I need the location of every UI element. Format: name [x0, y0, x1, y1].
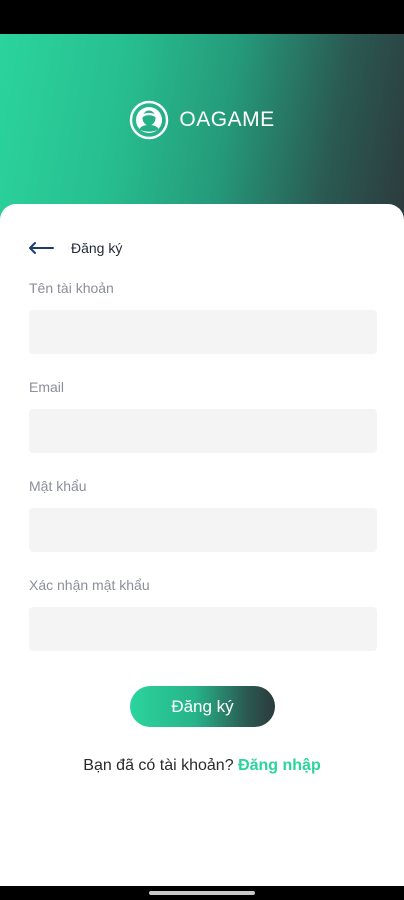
- username-label: Tên tài khoản: [29, 280, 114, 296]
- page-header: Đăng ký: [28, 234, 122, 262]
- brand-logo: OAGAME: [0, 100, 404, 140]
- register-card: Đăng ký Tên tài khoản Email Mật khẩu Xác…: [0, 204, 404, 886]
- arrow-left-icon[interactable]: [28, 241, 54, 255]
- register-button[interactable]: Đăng ký: [130, 686, 275, 727]
- email-input[interactable]: [29, 409, 377, 453]
- status-bar: [0, 0, 404, 34]
- password-label: Mật khẩu: [29, 478, 87, 494]
- home-indicator[interactable]: [149, 891, 255, 895]
- confirm-password-label: Xác nhận mật khẩu: [29, 577, 150, 593]
- login-prompt-row: Bạn đã có tài khoản? Đăng nhập: [0, 757, 404, 775]
- headset-avatar-icon: [130, 100, 169, 140]
- password-input[interactable]: [29, 508, 377, 552]
- page-title: Đăng ký: [71, 240, 123, 256]
- confirm-password-input[interactable]: [29, 607, 377, 651]
- email-label: Email: [29, 379, 65, 395]
- login-link[interactable]: Đăng nhập: [238, 757, 321, 774]
- login-prompt: Bạn đã có tài khoản?: [83, 757, 234, 774]
- brand-name: OAGAME: [179, 108, 275, 131]
- username-input[interactable]: [29, 310, 377, 354]
